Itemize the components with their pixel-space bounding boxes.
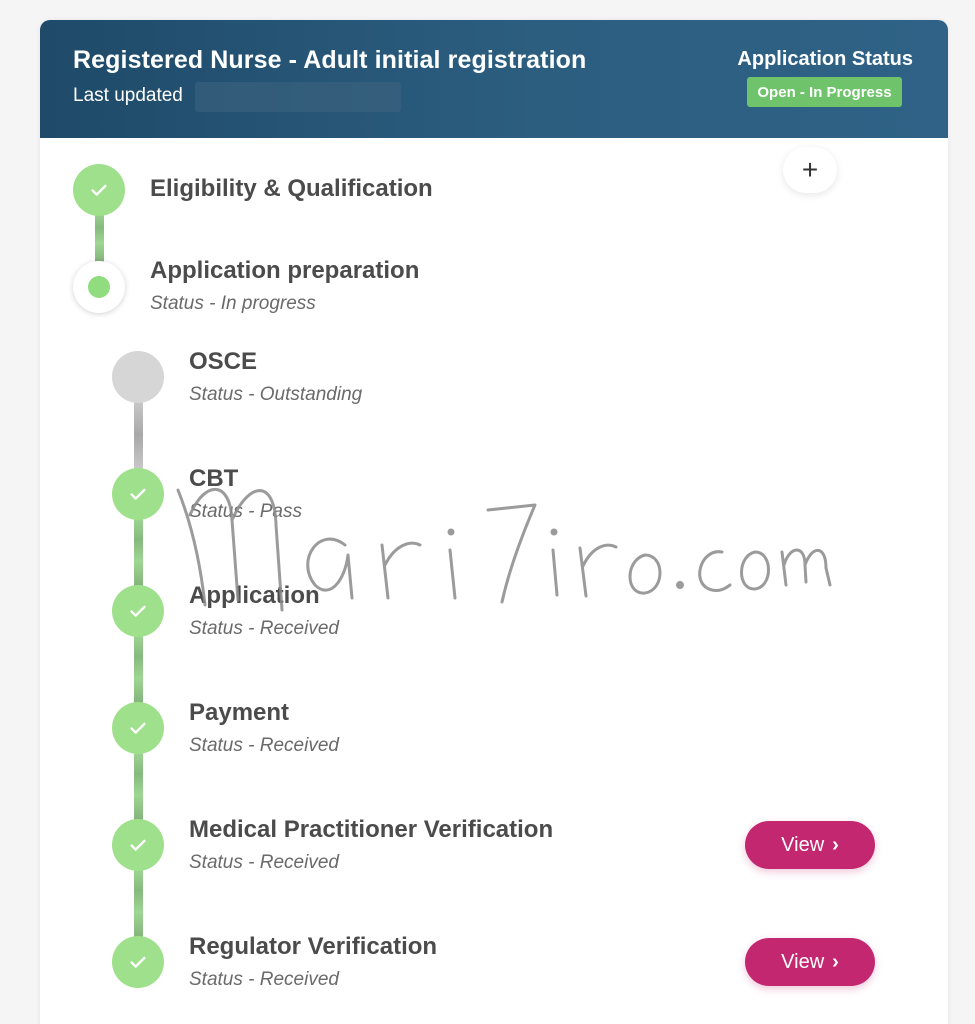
view-regulator-verification-button[interactable]: View › <box>745 938 875 986</box>
status-badge: Open - In Progress <box>747 77 902 107</box>
expand-button[interactable]: + <box>783 147 837 193</box>
application-status-label: Application Status <box>737 48 913 70</box>
check-icon <box>130 722 146 734</box>
check-icon <box>130 605 146 617</box>
step-status-application-preparation: Status - In progress <box>150 293 316 314</box>
application-header: Registered Nurse - Adult initial registr… <box>40 20 948 138</box>
view-button-label: View <box>781 950 825 973</box>
step-complete-node <box>112 819 164 871</box>
page-title: Registered Nurse - Adult initial registr… <box>73 46 587 74</box>
step-complete-node <box>112 936 164 988</box>
step-title-eligibility: Eligibility & Qualification <box>150 175 433 202</box>
check-icon <box>91 184 107 196</box>
step-current-node <box>73 261 125 313</box>
timeline-connector <box>134 869 143 941</box>
timeline-connector <box>95 212 104 264</box>
timeline-connector <box>134 752 143 824</box>
timeline-connector <box>134 518 143 590</box>
step-complete-node <box>73 164 125 216</box>
step-status-medical-practitioner-verification: Status - Received <box>189 852 339 873</box>
step-complete-node <box>112 468 164 520</box>
last-updated-value-redacted <box>195 82 401 112</box>
step-title-payment: Payment <box>189 699 290 726</box>
chevron-right-icon: › <box>832 950 839 973</box>
step-status-osce: Status - Outstanding <box>189 384 363 405</box>
step-status-application: Status - Received <box>189 618 339 639</box>
step-title-application: Application <box>189 582 320 609</box>
last-updated-label: Last updated <box>73 85 183 106</box>
step-status-cbt: Status - Pass <box>189 501 302 522</box>
step-title-regulator-verification: Regulator Verification <box>189 933 438 960</box>
view-medical-verification-button[interactable]: View › <box>745 821 875 869</box>
step-complete-node <box>112 585 164 637</box>
check-icon <box>130 839 146 851</box>
check-icon <box>130 956 146 968</box>
step-pending-node <box>112 351 164 403</box>
timeline-connector <box>134 635 143 707</box>
chevron-right-icon: › <box>832 833 839 856</box>
step-status-regulator-verification: Status - Received <box>189 969 339 990</box>
step-status-payment: Status - Received <box>189 735 339 756</box>
step-title-cbt: CBT <box>189 465 239 492</box>
step-title-application-preparation: Application preparation <box>150 257 420 284</box>
step-title-osce: OSCE <box>189 348 258 375</box>
dot-icon <box>88 276 110 298</box>
step-complete-node <box>112 702 164 754</box>
timeline-connector <box>134 400 143 470</box>
step-title-medical-practitioner-verification: Medical Practitioner Verification <box>189 816 554 843</box>
view-button-label: View <box>781 833 825 856</box>
check-icon <box>130 488 146 500</box>
